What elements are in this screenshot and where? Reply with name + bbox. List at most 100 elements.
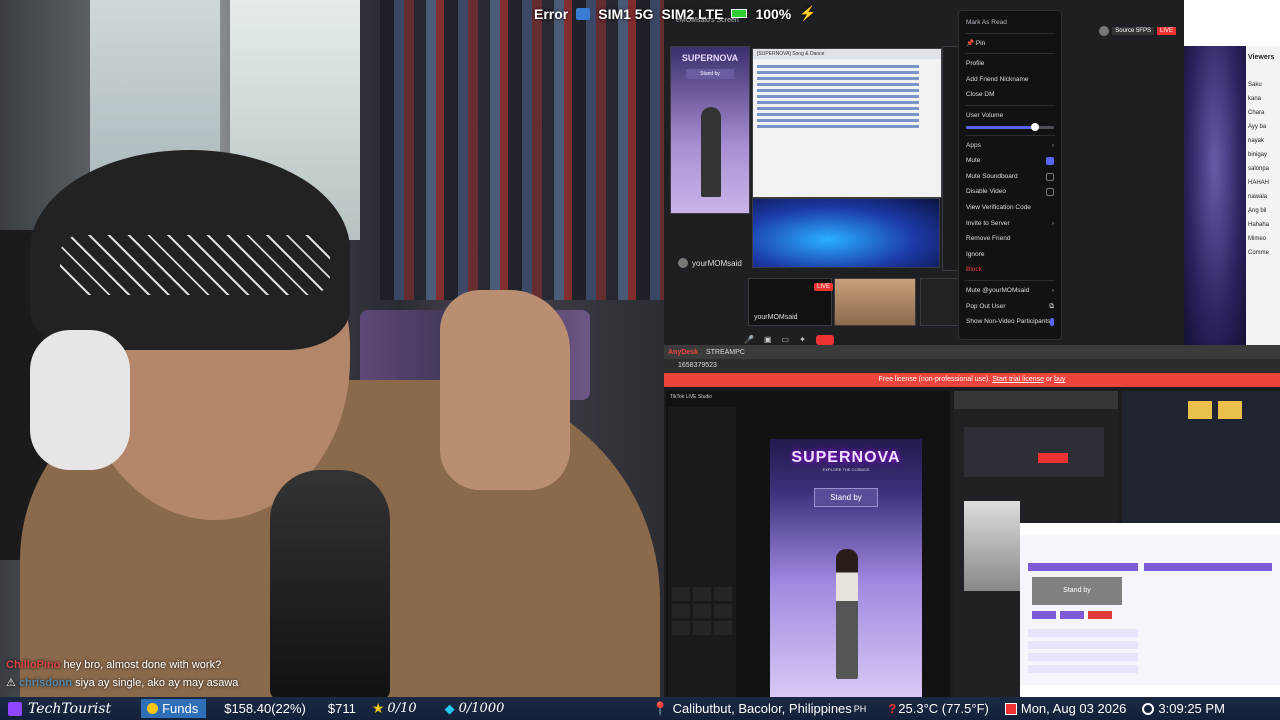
studio-button[interactable] xyxy=(1032,611,1056,619)
viewer-name[interactable]: nawala xyxy=(1248,190,1280,204)
list-row[interactable] xyxy=(1028,665,1138,673)
menu-block[interactable]: Block xyxy=(959,262,1061,278)
list-row[interactable] xyxy=(1028,629,1138,637)
tool-tile[interactable] xyxy=(672,604,690,618)
stream-tile-webcam[interactable] xyxy=(834,278,916,326)
menu-invite-to-server[interactable]: Invite to Server › xyxy=(959,216,1061,232)
checkbox-unchecked[interactable] xyxy=(1046,188,1054,197)
amount-value: $711 xyxy=(327,701,356,716)
stream-tile-extra[interactable] xyxy=(920,278,960,326)
anydesk-address[interactable]: 1658379523 xyxy=(664,359,1280,373)
browser-panel xyxy=(964,427,1104,477)
menu-disable-video[interactable]: Disable Video xyxy=(959,184,1061,200)
folder-icon[interactable] xyxy=(1188,401,1212,419)
viewer-name[interactable]: salonpa xyxy=(1248,162,1280,176)
viewers-panel: Viewers Saku kana Chara Ayy ba nayak bin… xyxy=(1184,0,1280,345)
studio-button-red[interactable] xyxy=(1088,611,1112,619)
avatar xyxy=(678,258,688,268)
call-controls: 🎤 ▣ ▭ ✦ xyxy=(744,334,944,345)
list-row[interactable] xyxy=(1028,653,1138,661)
user-volume-slider[interactable] xyxy=(966,122,1054,131)
hangup-button[interactable] xyxy=(815,334,834,345)
menu-profile[interactable]: Profile xyxy=(959,56,1061,72)
license-banner: Free license (non-professional use). Sta… xyxy=(664,373,1280,387)
performer-figure xyxy=(701,107,721,197)
activity-icon[interactable]: ✦ xyxy=(799,335,806,344)
viewer-name[interactable]: binigay xyxy=(1248,148,1280,162)
supernova-logo: SUPERNOVA xyxy=(681,53,739,63)
diamond-icon: ◆ xyxy=(444,700,455,716)
tiktok-preview: SUPERNOVA EXPLORE THE COSMOS Stand by xyxy=(770,439,922,697)
tool-tile[interactable] xyxy=(693,604,711,618)
viewer-name[interactable]: Saku xyxy=(1248,78,1280,92)
live-badge: LIVE xyxy=(814,283,834,291)
red-button[interactable] xyxy=(1038,453,1068,463)
menu-pin[interactable]: 📌 Pin xyxy=(959,36,1061,52)
tool-tile[interactable] xyxy=(672,621,690,635)
menu-remove-friend[interactable]: Remove Friend xyxy=(959,231,1061,247)
anydesk-window: AnyDesk STREAMPC 1658379523 Free license… xyxy=(664,345,1280,697)
menu-close-dm[interactable]: Close DM xyxy=(959,87,1061,103)
warning-icon: ⚠ xyxy=(6,677,16,689)
menu-mute-user[interactable]: Mute @yourMOMsaid › xyxy=(959,283,1061,299)
menu-user-volume: User Volume xyxy=(966,111,1004,119)
tool-tile[interactable] xyxy=(714,587,732,601)
studio-tabs xyxy=(1020,523,1280,535)
stream-tile-spreadsheet[interactable]: [SUPERNOVA] Song & Dance xyxy=(752,48,942,198)
viewer-name[interactable]: Mimeo xyxy=(1248,232,1280,246)
menu-pop-out-user[interactable]: Pop Out User ⧉ xyxy=(959,299,1061,315)
viewer-name[interactable]: Hahaha xyxy=(1248,218,1280,232)
stream-tile-phone[interactable]: SUPERNOVA Stand by xyxy=(670,46,750,214)
menu-add-friend-nickname[interactable]: Add Friend Nickname xyxy=(959,72,1061,88)
slider-knob[interactable] xyxy=(1030,122,1039,131)
star-icon: ★ xyxy=(371,700,385,716)
viewer-name[interactable]: kana xyxy=(1248,92,1280,106)
bottom-ticker: TechTourist Funds $158.40(22%) $711 ★ 0/… xyxy=(0,697,1280,720)
checkbox-unchecked[interactable] xyxy=(1046,172,1054,181)
streamer-hand xyxy=(440,290,570,490)
viewer-name[interactable]: nayak xyxy=(1248,134,1280,148)
stream-tile-desktop[interactable] xyxy=(752,198,940,268)
viewer-name[interactable]: Ayy ba xyxy=(1248,120,1280,134)
viewer-name[interactable]: Ang bil xyxy=(1248,204,1280,218)
menu-apps[interactable]: Apps › xyxy=(959,138,1061,154)
galaxy-preview xyxy=(1184,46,1246,345)
signal-icon xyxy=(576,7,591,20)
checkbox-checked[interactable] xyxy=(1046,156,1054,165)
tool-tile[interactable] xyxy=(672,587,690,601)
pin-icon: 📌 xyxy=(966,39,975,47)
menu-show-non-video[interactable]: Show Non-Video Participants xyxy=(959,314,1061,330)
checkbox-checked[interactable] xyxy=(1050,317,1054,326)
start-trial-link[interactable]: Start trial license xyxy=(992,376,1044,383)
tiktok-sidebar xyxy=(668,407,736,697)
anydesk-tabbar: AnyDesk STREAMPC xyxy=(664,345,1280,359)
buy-link[interactable]: buy xyxy=(1054,376,1065,383)
standby-card: Stand by xyxy=(1032,577,1122,605)
list-row[interactable] xyxy=(1028,641,1138,649)
chevron-right-icon: › xyxy=(1051,219,1054,227)
menu-mute-soundboard[interactable]: Mute Soundboard xyxy=(959,169,1061,185)
folder-icon[interactable] xyxy=(1218,401,1242,419)
remote-screen[interactable]: TikTok LIVE Studio SUPERNOVA EXPLORE THE… xyxy=(664,387,1280,697)
menu-ignore[interactable]: Ignore xyxy=(959,247,1061,263)
screen-share-icon[interactable]: ▭ xyxy=(782,335,790,344)
menu-mute[interactable]: Mute xyxy=(959,153,1061,169)
viewer-name[interactable]: HAHAH xyxy=(1248,176,1280,190)
tool-tile[interactable] xyxy=(714,621,732,635)
tab-streampc[interactable]: STREAMPC xyxy=(706,349,745,356)
menu-view-verification-code[interactable]: View Verification Code xyxy=(959,200,1061,216)
studio-button[interactable] xyxy=(1060,611,1084,619)
weather-segment: ? 25.3°C (77.5°F) xyxy=(888,701,989,716)
mic-icon[interactable]: 🎤 xyxy=(744,335,754,344)
tool-tile[interactable] xyxy=(693,621,711,635)
tool-tile[interactable] xyxy=(714,604,732,618)
time-segment: 3:09:25 PM xyxy=(1134,697,1233,720)
viewer-name[interactable]: Comme xyxy=(1248,246,1280,260)
stream-control-panel: Stand by xyxy=(1020,523,1280,697)
menu-mark-as-read[interactable]: Mark As Read xyxy=(959,15,1061,31)
camera-icon[interactable]: ▣ xyxy=(764,335,772,344)
tool-tile[interactable] xyxy=(693,587,711,601)
funds-badge: Funds xyxy=(141,699,207,718)
viewer-name[interactable]: Chara xyxy=(1248,106,1280,120)
supernova-title: SUPERNOVA xyxy=(791,449,901,466)
